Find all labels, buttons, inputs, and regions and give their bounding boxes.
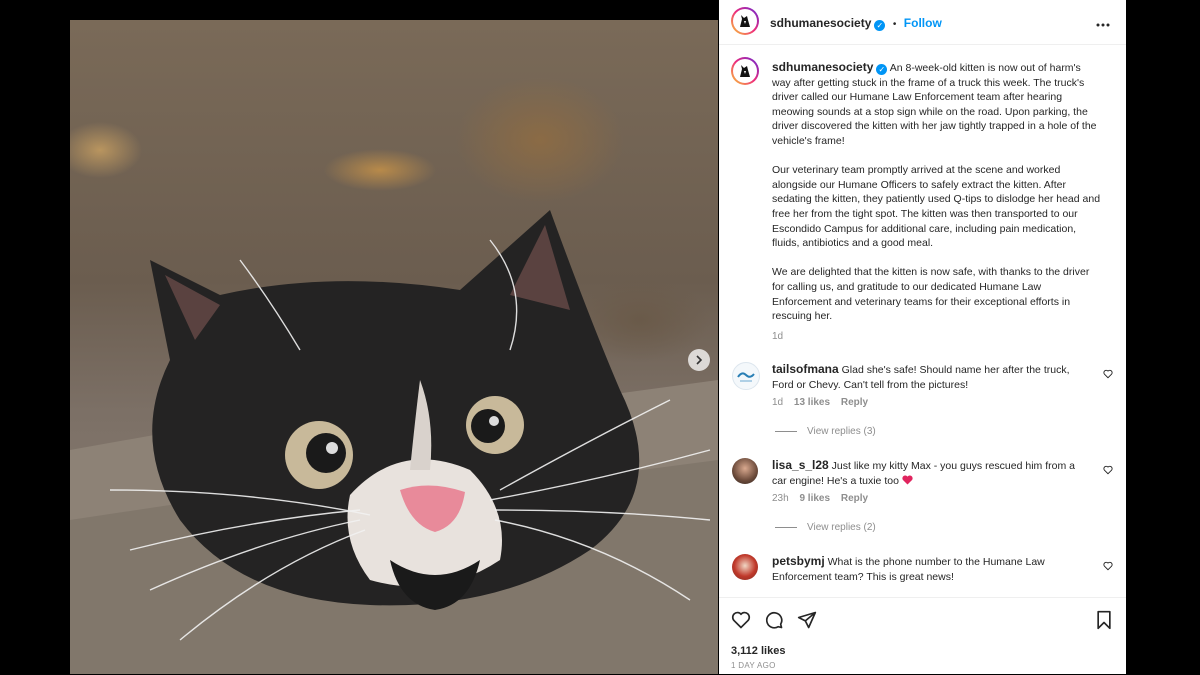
bookmark-icon[interactable] (1095, 610, 1113, 630)
follow-button[interactable]: Follow (904, 16, 942, 30)
post-timestamp: 1 DAY AGO (731, 661, 776, 670)
comment-heart-icon[interactable] (1103, 561, 1113, 571)
verified-badge-icon: ✓ (874, 20, 886, 31)
wave-logo-icon (737, 372, 755, 382)
heart-icon[interactable] (731, 610, 751, 630)
separator-dot: • (892, 19, 897, 30)
carousel-next-button[interactable] (688, 349, 710, 371)
share-icon[interactable] (797, 610, 817, 630)
comment-likes[interactable]: 13 likes (794, 397, 830, 408)
background-strip (1126, 0, 1200, 674)
humane-society-logo-icon (740, 65, 750, 77)
comment-username[interactable]: tailsofmana (772, 362, 839, 376)
comments-scroll-area[interactable]: sdhumanesociety ✓ An 8-week-old kitten is… (719, 45, 1126, 597)
kitten-photo (70, 210, 718, 674)
caption-paragraph: An 8-week-old kitten is now out of harm'… (772, 62, 1097, 147)
caption-paragraph: Our veterinary team promptly arrived at … (772, 164, 1101, 250)
header-username[interactable]: sdhumanesociety (770, 16, 871, 30)
reply-button[interactable]: Reply (841, 493, 868, 504)
commenter-avatar[interactable] (732, 554, 758, 580)
view-replies-button[interactable]: View replies (2) (775, 522, 876, 533)
post-header: sdhumanesociety ✓ • Follow (719, 0, 1126, 45)
red-heart-emoji-icon (902, 475, 913, 485)
more-options-icon[interactable] (1096, 14, 1110, 32)
account-avatar[interactable] (731, 7, 759, 35)
comment-likes[interactable]: 9 likes (799, 493, 830, 504)
post-side-panel: sdhumanesociety ✓ • Follow sdhumanesociet… (719, 0, 1126, 674)
post-actions-bar: 3,112 likes 1 DAY AGO (719, 597, 1126, 675)
view-replies-button[interactable]: View replies (3) (775, 426, 876, 437)
comment-heart-icon[interactable] (1103, 369, 1113, 379)
caption-paragraph: We are delighted that the kitten is now … (772, 266, 1090, 323)
view-replies-label: View replies (2) (807, 522, 876, 533)
comment-username[interactable]: lisa_s_l28 (772, 458, 829, 472)
reply-button[interactable]: Reply (841, 397, 868, 408)
post-image (70, 20, 718, 674)
comment-icon[interactable] (764, 610, 784, 630)
comment-time: 1d (772, 397, 784, 409)
comment-time: 23h (772, 493, 789, 505)
commenter-avatar[interactable] (732, 458, 758, 484)
caption-avatar[interactable] (731, 57, 759, 85)
like-count[interactable]: 3,112 likes (731, 645, 785, 657)
replies-divider (775, 431, 797, 432)
chevron-right-icon (696, 355, 703, 365)
comment-username[interactable]: petsbymj (772, 554, 825, 568)
verified-badge-icon: ✓ (876, 64, 888, 75)
humane-society-logo-icon (740, 15, 750, 27)
commenter-avatar[interactable] (732, 362, 760, 390)
caption-username[interactable]: sdhumanesociety (772, 60, 873, 74)
comment-heart-icon[interactable] (1103, 465, 1113, 475)
view-replies-label: View replies (3) (807, 426, 876, 437)
post-caption: sdhumanesociety ✓ An 8-week-old kitten is… (772, 60, 1102, 344)
caption-time: 1d (772, 330, 784, 342)
replies-divider (775, 527, 797, 528)
